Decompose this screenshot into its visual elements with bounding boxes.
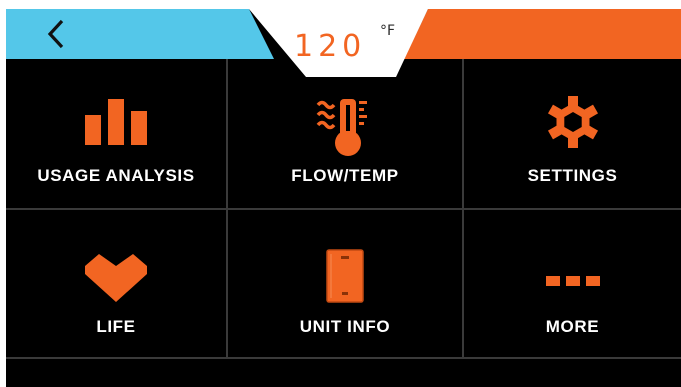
controller-screen: 120 °F USAGE ANALYSIS FLOW/TEMP SETTINGS… [6,9,681,387]
water-heater-unit-icon [326,249,364,303]
grid-divider-horizontal-2 [6,357,681,359]
unit-info-tile[interactable]: UNIT INFO [227,210,463,359]
bar-chart-icon [85,99,147,145]
life-label: LIFE [96,317,136,336]
more-dots-icon [545,276,600,286]
usage-analysis-tile[interactable]: USAGE ANALYSIS [6,59,226,209]
more-label: MORE [545,317,600,336]
chevron-left-icon [47,19,64,49]
life-tile[interactable]: LIFE [6,210,226,359]
top-bar: 120 °F [6,9,681,77]
settings-label: SETTINGS [527,166,618,185]
top-bar-right-orange [404,9,681,59]
unit-info-label: UNIT INFO [299,317,391,336]
temperature-unit: °F [380,23,396,39]
back-button[interactable] [36,15,76,53]
thermometer-flow-icon [316,99,367,156]
gear-icon [547,96,598,148]
flow-temp-tile[interactable]: FLOW/TEMP [227,59,463,209]
settings-tile[interactable]: SETTINGS [464,59,681,209]
flow-temp-label: FLOW/TEMP [291,166,399,185]
grid-divider-horizontal-1 [6,208,681,210]
heart-icon [85,254,147,302]
usage-analysis-label: USAGE ANALYSIS [37,166,195,185]
more-tile[interactable]: MORE [464,210,681,359]
main-menu-grid: USAGE ANALYSIS FLOW/TEMP SETTINGS LIFE U… [6,59,681,359]
